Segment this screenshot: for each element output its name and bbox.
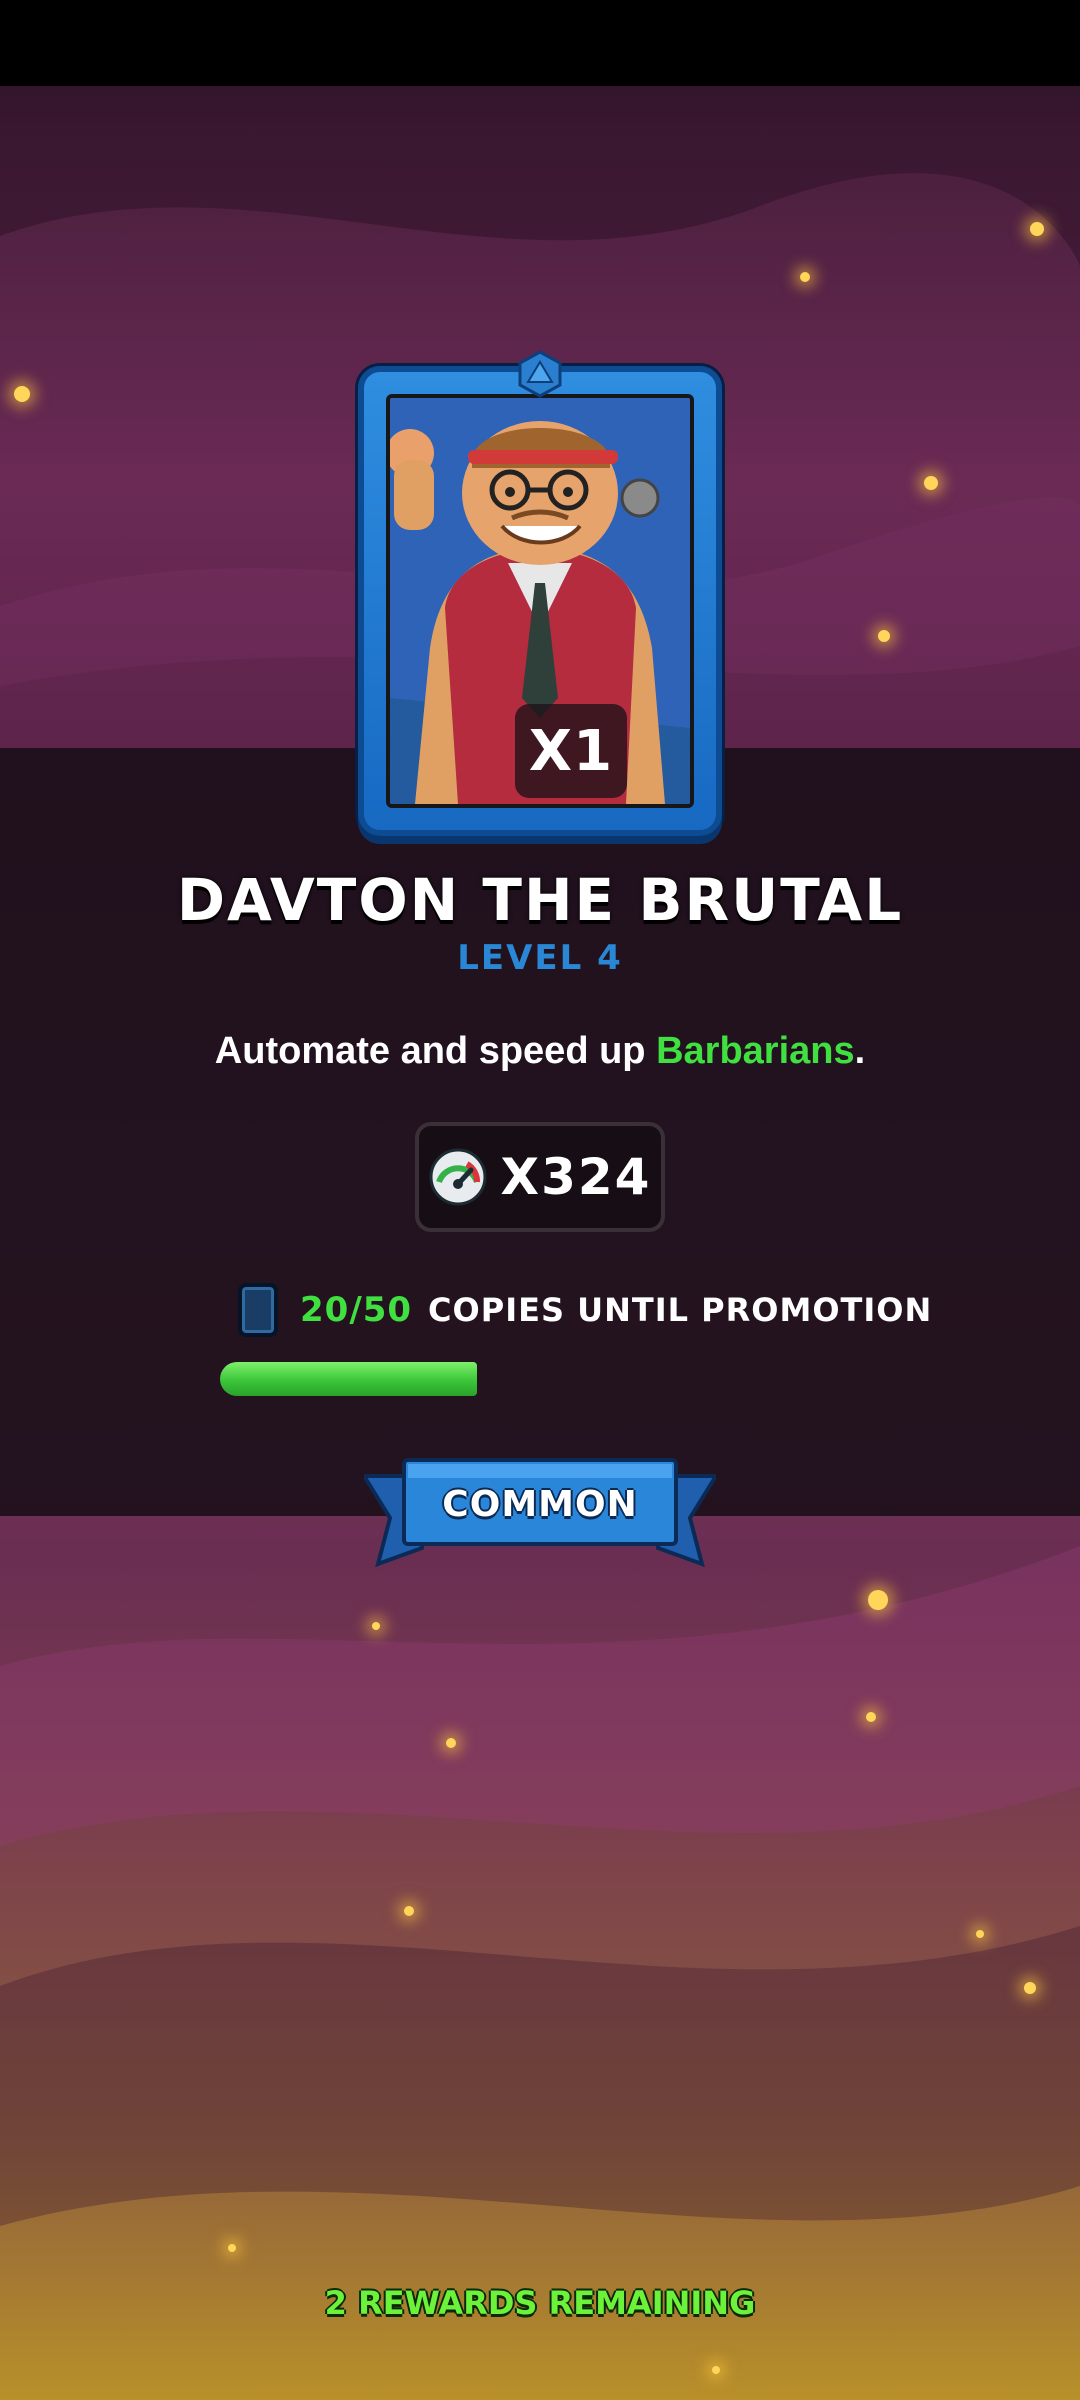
sparkle	[228, 2244, 236, 2252]
sparkle	[14, 386, 30, 402]
speed-stat-box: X324	[415, 1122, 665, 1232]
sparkle	[866, 1712, 876, 1722]
card-frame: X1	[358, 366, 722, 836]
rewards-remaining[interactable]: 2 REWARDS REMAINING	[0, 2284, 1080, 2322]
status-bar	[0, 0, 1080, 86]
sparkle	[800, 272, 810, 282]
sparkle	[712, 2366, 720, 2374]
sparkle	[868, 1590, 888, 1610]
copies-label: COPIES UNTIL PROMOTION	[428, 1291, 933, 1329]
speed-gauge-icon	[429, 1148, 487, 1206]
hero-description: Automate and speed up Barbarians.	[0, 1030, 1080, 1073]
sparkle	[446, 1738, 456, 1748]
sparkle	[976, 1930, 984, 1938]
description-prefix: Automate and speed up	[214, 1030, 657, 1072]
hero-card[interactable]: X1	[358, 350, 722, 836]
card-count-badge: X1	[515, 704, 627, 798]
card-copies-icon	[238, 1283, 278, 1337]
sparkle	[1030, 222, 1044, 236]
promotion-progress-fill	[220, 1362, 477, 1396]
rarity-label: COMMON	[442, 1483, 638, 1525]
sparkle	[404, 1906, 414, 1916]
hero-level: LEVEL 4	[457, 938, 623, 978]
sparkle	[372, 1622, 380, 1630]
speed-stat-value: X324	[500, 1148, 652, 1206]
description-suffix: .	[854, 1030, 866, 1072]
sparkle	[1024, 1982, 1036, 1994]
sparkle	[924, 476, 938, 490]
rarity-ribbon: COMMON	[360, 1456, 720, 1568]
promotion-row: 20/50 COPIES UNTIL PROMOTION	[238, 1282, 932, 1338]
hero-name: DAVTON THE BRUTAL	[176, 866, 904, 934]
promotion-progress-bar	[220, 1362, 862, 1396]
hero-portrait: X1	[386, 394, 694, 808]
sparkle	[878, 630, 890, 642]
copies-count: 20/50	[300, 1290, 413, 1330]
description-highlight: Barbarians	[656, 1030, 855, 1072]
d20-icon	[518, 350, 562, 398]
